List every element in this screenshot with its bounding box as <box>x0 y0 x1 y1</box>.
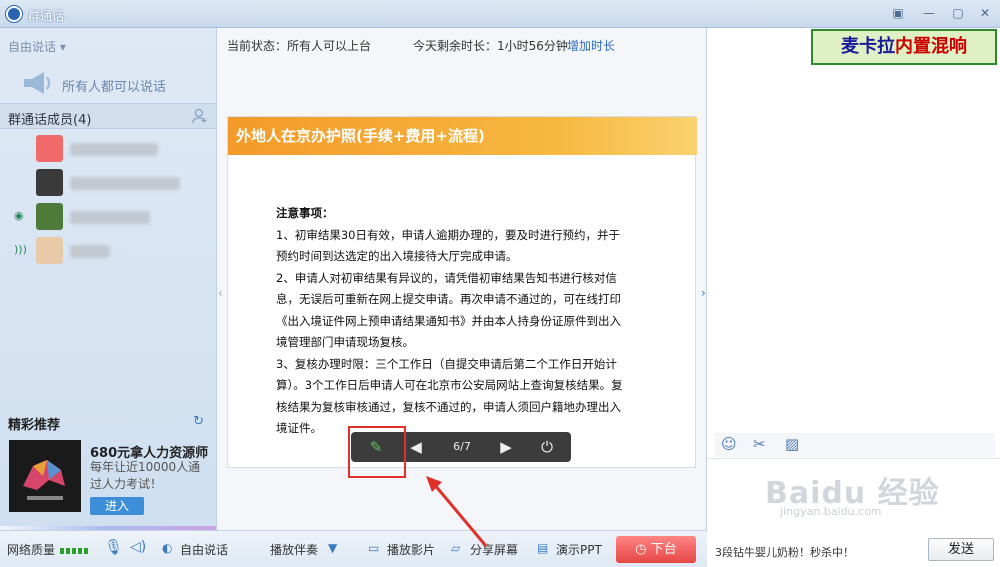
remaining-time: 今天剩余时长：1小时56分钟 <box>413 39 568 53</box>
microphone-icon[interactable]: 🎙 <box>104 538 123 556</box>
slide-heading: 注意事项： <box>276 206 334 220</box>
bottom-toolbar: 网络质量 🎙 ◁) ◐ 自由说话 播放伴奏 ▼ ▭ 播放影片 ▱ 分享屏幕 ▤ … <box>0 530 707 567</box>
member-item[interactable]: ))) <box>14 237 204 265</box>
ad-text-2: 内置混响 <box>895 36 967 57</box>
ppt-button[interactable]: 演示PPT <box>556 541 602 558</box>
chat-input-text: 3段钻牛婴儿奶粉！秒杀中！ <box>715 546 854 559</box>
slide-line: 2、申请人对初审结果有异议的，请凭借初审结果告知书进行核对信息，无误后可重新在网… <box>276 270 621 350</box>
collapse-left-icon[interactable]: ‹ <box>218 286 223 300</box>
member-name-blurred <box>70 245 110 258</box>
leave-label: 下台 <box>650 542 677 557</box>
speak-status-label: 所有人都可以说话 <box>62 80 167 95</box>
avatar <box>36 169 63 196</box>
play-song-button[interactable]: 播放伴奏 <box>270 541 318 558</box>
chevron-down-icon[interactable]: ▼ <box>328 541 337 555</box>
speak-mode-dropdown[interactable]: 自由说话 ▾ <box>8 38 66 55</box>
avatar <box>36 135 63 162</box>
free-speak-button[interactable]: 自由说话 <box>180 541 228 558</box>
recommend-header: 精彩推荐 <box>8 418 61 433</box>
refresh-icon[interactable]: ↻ <box>193 414 204 429</box>
member-item[interactable] <box>14 169 204 197</box>
left-panel: 自由说话 ▾ 所有人都可以说话 群通话成员(4) ◉ ))) 精彩推荐 ↻ 68… <box>0 28 216 540</box>
leave-icon: ◷ <box>635 542 651 557</box>
avatar <box>36 237 63 264</box>
image-icon[interactable]: ▨ <box>785 435 799 453</box>
add-member-icon[interactable] <box>192 108 208 124</box>
recommend-image[interactable] <box>9 440 81 512</box>
member-name-blurred <box>70 177 180 190</box>
send-button[interactable]: 发送 <box>928 538 994 561</box>
leave-stage-button[interactable]: ◷ 下台 <box>616 536 696 563</box>
skin-icon[interactable]: ▣ <box>887 4 909 22</box>
annotation-arrow <box>426 476 488 547</box>
recommend-desc: 每年让近10000人通过人力考试！ <box>90 460 201 491</box>
speaking-icon: ))) <box>14 243 27 256</box>
next-page-icon[interactable]: ▶ <box>491 432 521 462</box>
ad-banner[interactable]: 麦卡拉内置混响 <box>811 29 997 65</box>
slide-line: 1、初审结果30日有效，申请人逾期办理的，要及时进行预约，并于预约时间到达选定的… <box>276 227 620 264</box>
movie-icon: ▭ <box>368 541 380 555</box>
close-icon[interactable]: ✕ <box>974 4 996 22</box>
member-item[interactable]: ◉ <box>14 203 204 231</box>
minimize-icon[interactable]: — <box>918 4 940 22</box>
app-logo-icon <box>6 6 22 22</box>
member-item[interactable] <box>14 135 204 163</box>
power-icon[interactable]: ⏻ <box>531 432 563 462</box>
member-name-blurred <box>70 143 158 156</box>
speaker-icon[interactable]: ◁) <box>130 539 146 555</box>
members-count: 群通话成员(4) <box>8 113 92 128</box>
add-time-link[interactable]: 增加时长 <box>567 37 615 54</box>
free-speak-icon[interactable]: ◐ <box>162 541 172 555</box>
highlight-box <box>348 426 406 478</box>
slide-body: 注意事项： 1、初审结果30日有效，申请人逾期办理的，要及时进行预约，并于预约时… <box>276 203 628 440</box>
members-header: 群通话成员(4) <box>0 103 216 129</box>
ad-text-1: 麦卡拉 <box>841 36 895 57</box>
slide-title: 外地人在京办护照(手续+费用+流程) <box>228 117 697 155</box>
watermark-sub: jingyan.baidu.com <box>780 505 882 518</box>
network-quality-indicator <box>60 548 90 554</box>
ppt-slide: 外地人在京办护照(手续+费用+流程) 注意事项： 1、初审结果30日有效，申请人… <box>227 116 697 468</box>
camera-icon: ◉ <box>14 209 24 222</box>
current-status: 当前状态：所有人可以上台 <box>227 39 372 53</box>
app-title: 群通话 <box>28 9 65 23</box>
scissors-icon[interactable]: ✂ <box>753 435 766 453</box>
slide-line: 3、复核办理时限：三个工作日（自提交申请后第二个工作日开始计算）。3个工作日后申… <box>276 356 623 436</box>
title-bar: 群通话 ▣ — ▢ ✕ <box>0 0 1000 28</box>
maximize-icon[interactable]: ▢ <box>947 4 969 22</box>
enter-button[interactable]: 进入 <box>90 497 144 515</box>
speak-status: 所有人都可以说话 <box>20 70 210 100</box>
network-quality-label: 网络质量 <box>7 543 56 557</box>
avatar <box>36 203 63 230</box>
member-name-blurred <box>70 211 150 224</box>
emoji-icon[interactable]: ☺ <box>721 435 737 453</box>
chat-toolbar: ☺ ✂ ▨ <box>715 433 995 457</box>
megaphone-icon <box>24 72 50 94</box>
center-panel: 当前状态：所有人可以上台 今天剩余时长：1小时56分钟 增加时长 ‹ › 外地人… <box>216 28 707 547</box>
collapse-right-icon[interactable]: › <box>701 286 706 300</box>
ppt-icon: ▤ <box>537 541 549 555</box>
page-indicator: 6/7 <box>453 440 471 453</box>
